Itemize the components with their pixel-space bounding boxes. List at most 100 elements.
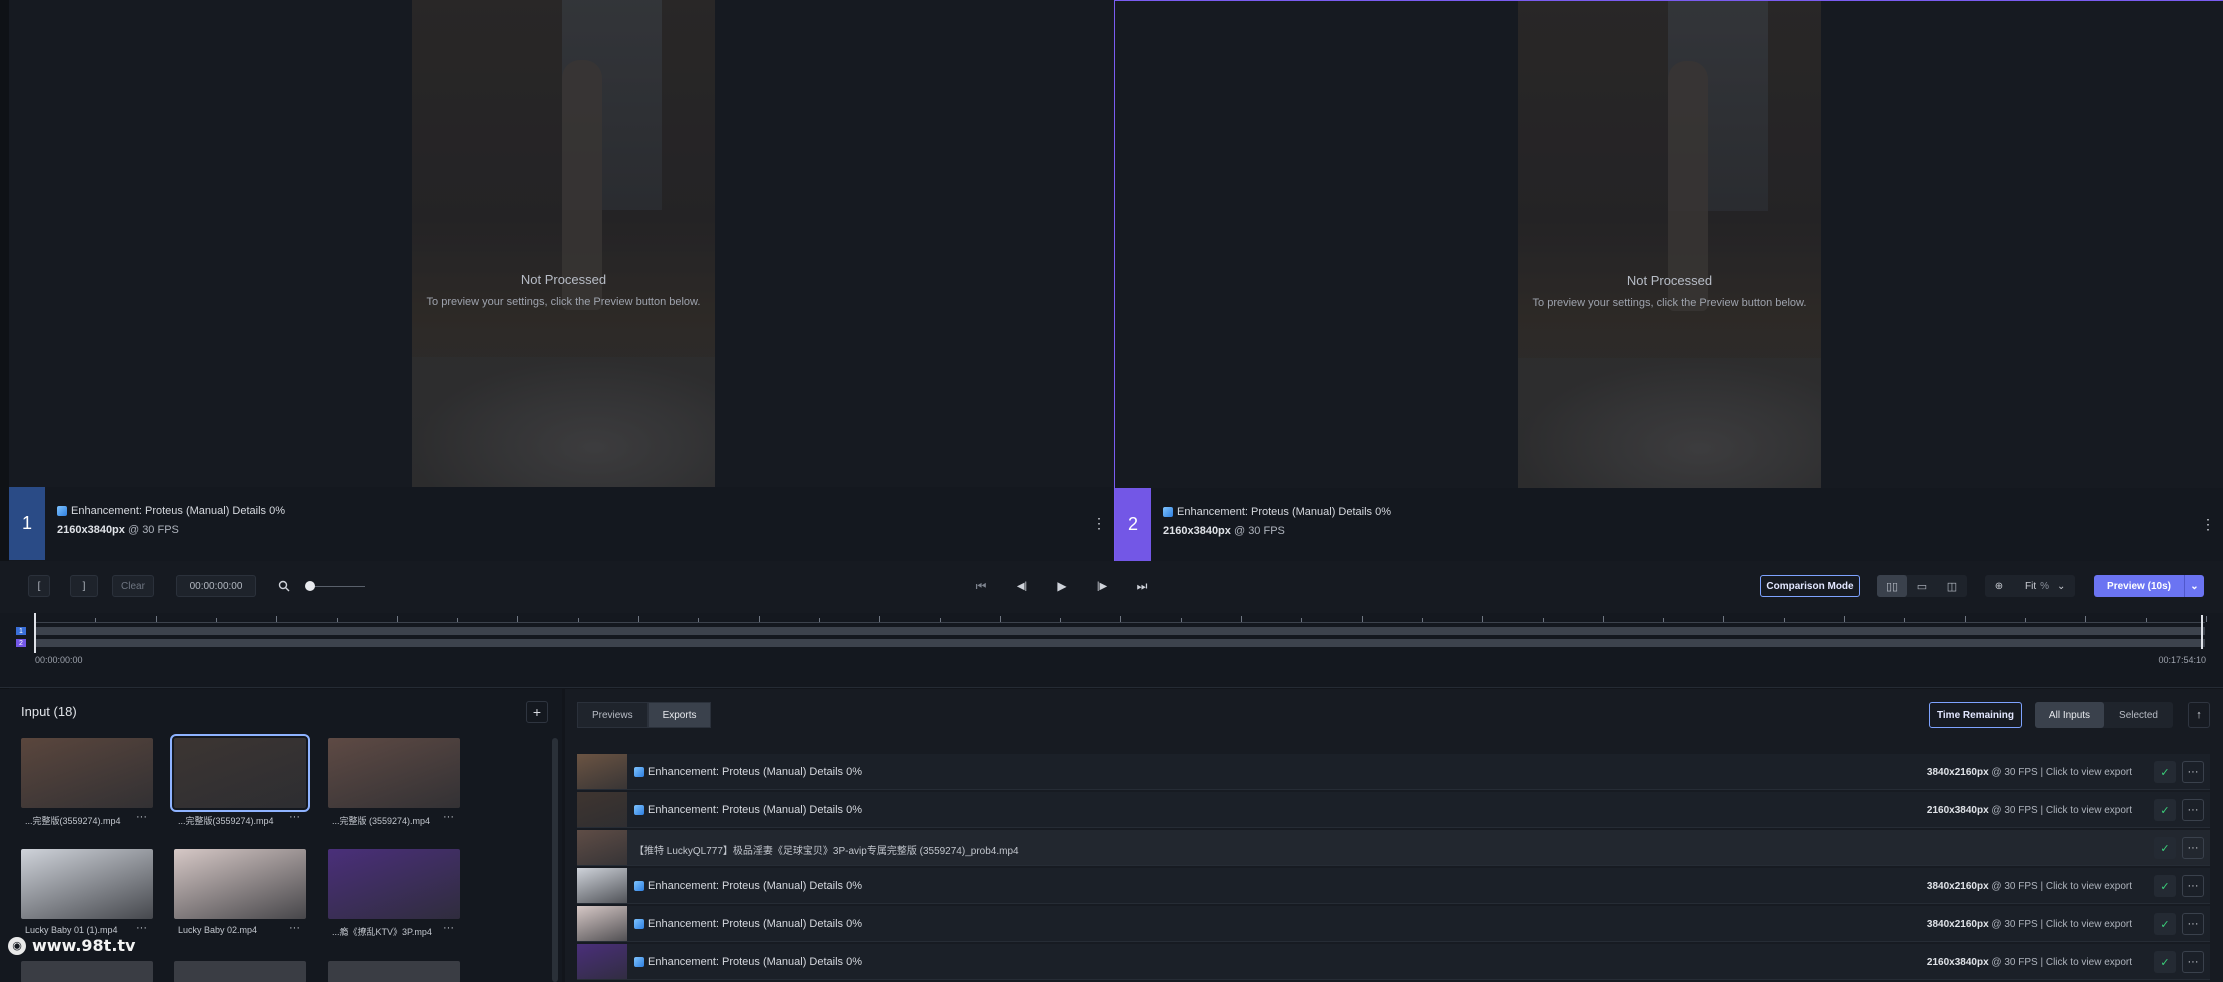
input-thumbnail[interactable]: ...完整版(3559274).mp4 ··· <box>170 734 310 827</box>
sort-icon[interactable]: ↑ <box>2188 702 2210 728</box>
mark-out-button[interactable]: ] <box>70 575 98 597</box>
chevron-down-icon[interactable]: ⌄ <box>2184 575 2204 597</box>
check-icon[interactable]: ✓ <box>2154 875 2176 897</box>
side-by-side-icon[interactable]: ▯▯ <box>1877 575 1907 597</box>
prev-frame-icon[interactable]: ◀| <box>1010 575 1034 597</box>
export-row[interactable]: Enhancement: Proteus (Manual) Details 0%… <box>577 792 2210 828</box>
filter-all-inputs[interactable]: All Inputs <box>2035 702 2104 728</box>
clear-button[interactable]: Clear <box>112 575 154 597</box>
input-thumbnail-partial[interactable] <box>328 961 462 982</box>
track-1[interactable] <box>35 627 2205 635</box>
export-more-icon[interactable]: ··· <box>2182 875 2204 897</box>
thumbnail-more-icon[interactable]: ··· <box>443 922 454 934</box>
preview-pane-2[interactable]: Not Processed To preview your settings, … <box>1114 0 2223 562</box>
export-more-icon[interactable]: ··· <box>2182 913 2204 935</box>
thumbnail-image <box>21 849 153 919</box>
single-view-icon[interactable]: ▭ <box>1907 575 1937 597</box>
ruler-tick <box>1180 618 1182 622</box>
thumbnail-more-icon[interactable]: ··· <box>289 811 300 823</box>
export-fps: @ 30 FPS <box>1991 805 2038 816</box>
thumbnail-more-icon[interactable]: ··· <box>443 811 454 823</box>
last-frame-icon[interactable]: ⏭ <box>1130 575 1154 597</box>
resolution-label: 2160x3840px <box>1163 525 1231 537</box>
chevron-down-icon[interactable]: ⌄ <box>2057 581 2065 592</box>
split-view-icon[interactable]: ◫ <box>1937 575 1967 597</box>
input-scrollbar[interactable] <box>552 738 558 982</box>
thumbnail-more-icon[interactable]: ··· <box>289 922 300 934</box>
check-icon[interactable]: ✓ <box>2154 837 2176 859</box>
preview-button-label: Preview (10s) <box>2107 580 2171 592</box>
track-2[interactable] <box>35 639 2205 647</box>
slider-knob[interactable] <box>305 581 315 591</box>
timeline[interactable]: 1 2 00:00:00:00 00:17:54:10 <box>0 613 2223 688</box>
click-to-view-hint: | Click to view export <box>2040 919 2132 930</box>
not-processed-subtitle: To preview your settings, click the Prev… <box>1532 297 1807 309</box>
export-more-icon[interactable]: ··· <box>2182 951 2204 973</box>
first-frame-icon[interactable]: ⏮ <box>969 575 993 597</box>
export-row[interactable]: Enhancement: Proteus (Manual) Details 0%… <box>577 944 2210 980</box>
export-row[interactable]: Enhancement: Proteus (Manual) Details 0%… <box>577 754 2210 790</box>
watermark-icon: ◉ <box>8 936 26 955</box>
timeline-zoom-slider[interactable] <box>309 586 365 587</box>
export-thumbnail <box>577 830 627 865</box>
add-input-button[interactable]: + <box>526 701 548 723</box>
pane-menu-icon[interactable]: ⋮ <box>2193 488 2223 561</box>
export-row[interactable]: Enhancement: Proteus (Manual) Details 0%… <box>577 868 2210 904</box>
timecode-field[interactable]: 00:00:00:00 <box>176 575 256 597</box>
zoom-in-icon[interactable]: ⊕ <box>1985 581 2013 592</box>
thumbnail-more-icon[interactable]: ··· <box>136 811 147 823</box>
export-more-icon[interactable]: ··· <box>2182 799 2204 821</box>
time-remaining-button[interactable]: Time Remaining <box>1929 702 2022 728</box>
input-thumbnail[interactable]: ...完整版(3559274).mp4 ··· <box>21 738 155 827</box>
pane-number: 1 <box>9 487 45 560</box>
input-thumbnail[interactable]: ...瘾《撩乱KTV》3P.mp4 ··· <box>328 849 462 938</box>
timeline-ruler[interactable] <box>35 613 2207 623</box>
export-row[interactable]: 【推特 LuckyQL777】极品淫妻《足球宝贝》3P-avip专属完整版 (3… <box>577 830 2210 866</box>
input-thumbnail-partial[interactable] <box>174 961 308 982</box>
export-resolution[interactable]: 3840x2160px @ 30 FPS | Click to view exp… <box>1927 767 2132 778</box>
check-icon[interactable]: ✓ <box>2154 761 2176 783</box>
tab-exports[interactable]: Exports <box>647 702 712 728</box>
tab-previews[interactable]: Previews <box>577 702 648 728</box>
export-title: Enhancement: Proteus (Manual) Details 0% <box>648 956 862 968</box>
input-thumbnail[interactable]: Lucky Baby 01 (1).mp4 ··· <box>21 849 155 935</box>
ruler-tick <box>2205 616 2207 622</box>
ruler-tick <box>1663 618 1665 622</box>
input-thumbnail-partial[interactable] <box>21 961 155 982</box>
pane-menu-icon[interactable]: ⋮ <box>1084 487 1114 560</box>
mark-in-button[interactable]: [ <box>28 575 50 597</box>
comparison-mode-button[interactable]: Comparison Mode <box>1760 575 1860 597</box>
export-resolution[interactable]: 3840x2160px @ 30 FPS | Click to view exp… <box>1927 881 2132 892</box>
export-fps: @ 30 FPS <box>1991 767 2038 778</box>
check-icon[interactable]: ✓ <box>2154 913 2176 935</box>
playhead[interactable] <box>34 613 36 653</box>
play-icon[interactable]: ▶ <box>1050 575 1074 597</box>
check-icon[interactable]: ✓ <box>2154 951 2176 973</box>
click-to-view-hint: | Click to view export <box>2040 957 2132 968</box>
export-resolution[interactable]: 2160x3840px @ 30 FPS | Click to view exp… <box>1927 957 2132 968</box>
export-more-icon[interactable]: ··· <box>2182 761 2204 783</box>
export-resolution[interactable]: 3840x2160px @ 30 FPS | Click to view exp… <box>1927 919 2132 930</box>
next-frame-icon[interactable]: |▶ <box>1090 575 1114 597</box>
export-resolution[interactable]: 2160x3840px @ 30 FPS | Click to view exp… <box>1927 805 2132 816</box>
zoom-search-icon[interactable] <box>272 575 296 597</box>
zoom-fit-label: Fit <box>2025 580 2037 592</box>
export-thumbnail <box>577 754 627 789</box>
click-to-view-hint: | Click to view export <box>2040 805 2132 816</box>
preview-pane-1[interactable]: Not Processed To preview your settings, … <box>9 0 1114 561</box>
filter-selected[interactable]: Selected <box>2104 702 2173 728</box>
export-resolution-value: 2160x3840px <box>1926 805 1989 816</box>
export-more-icon[interactable]: ··· <box>2182 837 2204 859</box>
export-thumbnail <box>577 868 627 903</box>
out-marker[interactable] <box>2201 615 2203 649</box>
input-thumbnail[interactable]: Lucky Baby 02.mp4 ··· <box>174 849 308 935</box>
ruler-tick <box>1964 616 1966 622</box>
export-row[interactable]: Enhancement: Proteus (Manual) Details 0%… <box>577 906 2210 942</box>
input-thumbnail[interactable]: ...完整版 (3559274).mp4 ··· <box>328 738 462 827</box>
check-icon[interactable]: ✓ <box>2154 799 2176 821</box>
thumbnail-more-icon[interactable]: ··· <box>136 922 147 934</box>
zoom-control[interactable]: ⊕ Fit % ⌄ <box>1985 575 2075 597</box>
export-fps: @ 30 FPS <box>1991 919 2038 930</box>
preview-button[interactable]: Preview (10s) ⌄ <box>2094 575 2204 597</box>
view-layout-group: ▯▯ ▭ ◫ <box>1877 575 1967 597</box>
